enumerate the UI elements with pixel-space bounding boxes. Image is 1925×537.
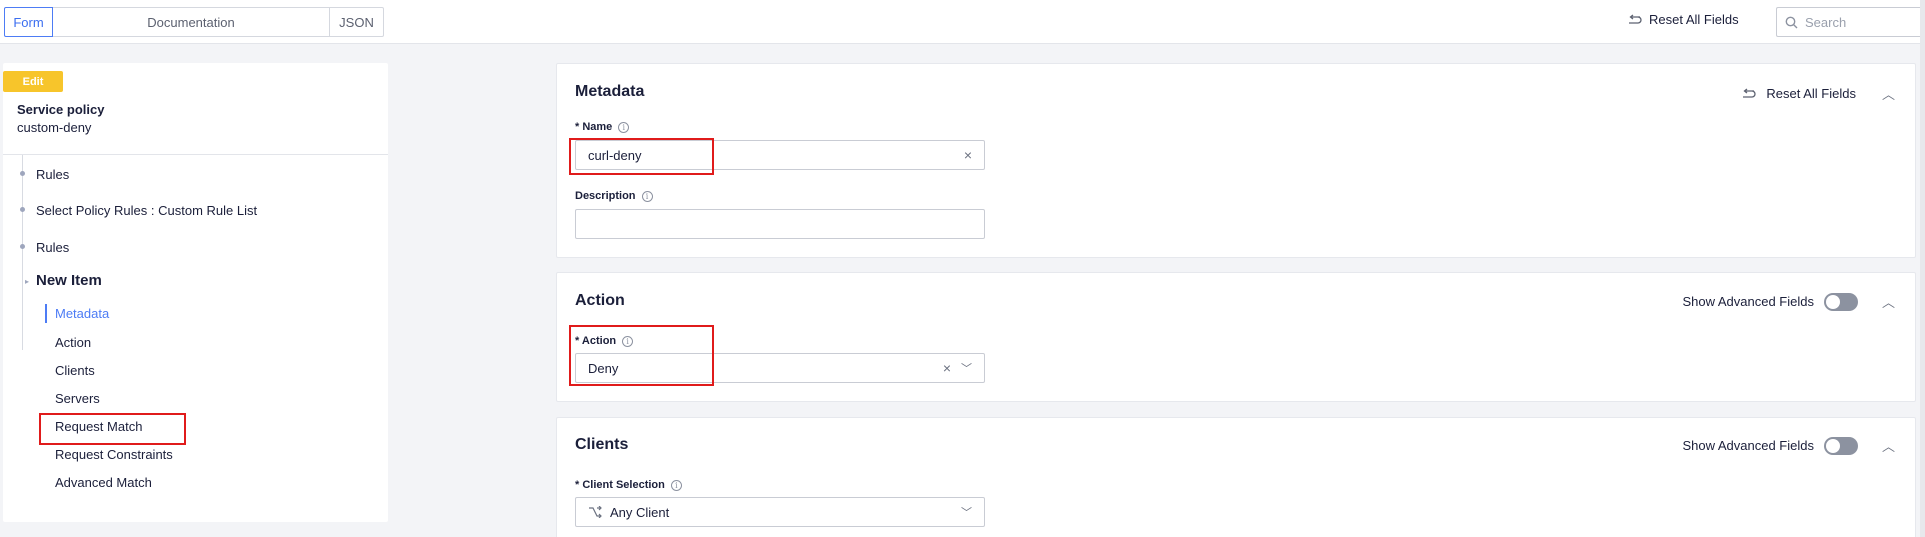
action-section: Action Show Advanced Fields ︿ * Action i… — [556, 272, 1916, 402]
nav-item-action[interactable]: Action — [55, 335, 91, 350]
search-box[interactable] — [1776, 7, 1925, 37]
caret-right-icon: ▸ — [25, 277, 30, 286]
client-selection-label: * Client Selection i — [575, 479, 682, 491]
reset-all-fields-label: Reset All Fields — [1766, 86, 1856, 101]
breadcrumb-rules-2[interactable]: Rules — [36, 240, 69, 255]
breadcrumb-new-item: New Item — [36, 272, 102, 289]
clients-section: Clients Show Advanced Fields ︿ * Client … — [556, 417, 1916, 537]
info-icon[interactable]: i — [622, 335, 634, 347]
info-icon[interactable]: i — [641, 190, 653, 202]
edit-badge: Edit — [3, 71, 63, 92]
nav-item-advanced-match[interactable]: Advanced Match — [55, 475, 152, 490]
client-selection-label-text: * Client Selection — [575, 479, 665, 491]
metadata-section-title: Metadata — [575, 83, 645, 100]
view-tabs: Form Documentation JSON — [4, 7, 384, 37]
show-advanced-fields-toggle[interactable] — [1823, 292, 1858, 311]
action-label-text: * Action — [575, 335, 617, 347]
reset-all-fields-label: Reset All Fields — [1649, 12, 1739, 27]
active-indicator — [45, 304, 47, 323]
info-icon[interactable]: i — [618, 121, 630, 133]
show-advanced-fields-label: Show Advanced Fields — [1682, 294, 1814, 309]
name-field[interactable]: curl-deny × — [575, 140, 985, 170]
client-selection-select[interactable]: Any Client ﹀ — [575, 497, 985, 527]
action-select-value: Deny — [588, 360, 619, 376]
nav-item-clients[interactable]: Clients — [55, 363, 95, 378]
nav-item-request-constraints[interactable]: Request Constraints — [55, 447, 173, 462]
clients-section-title: Clients — [575, 436, 629, 453]
left-nav-panel: Edit Service policy custom-deny Rules Se… — [3, 63, 388, 522]
breadcrumb-tree-line — [22, 155, 23, 350]
search-input[interactable] — [1805, 14, 1915, 30]
scrollbar[interactable] — [1920, 0, 1925, 537]
nav-item-metadata[interactable]: Metadata — [55, 306, 109, 321]
clear-icon[interactable]: × — [964, 147, 972, 163]
breadcrumb-rules[interactable]: Rules — [36, 167, 69, 182]
info-icon[interactable]: i — [670, 479, 682, 491]
object-type-label: Service policy — [17, 102, 105, 117]
divider — [3, 154, 388, 155]
search-icon — [1785, 16, 1798, 28]
action-label: * Action i — [575, 335, 634, 347]
top-bar: Form Documentation JSON Reset All Fields — [0, 0, 1925, 44]
reset-icon — [1629, 13, 1642, 24]
action-advanced-fields: Show Advanced Fields ︿ — [1682, 292, 1895, 311]
description-field[interactable] — [575, 209, 985, 239]
chevron-down-icon[interactable]: ﹀ — [961, 360, 972, 376]
metadata-reset-all-fields-button[interactable]: Reset All Fields ︿ — [1741, 84, 1895, 103]
show-advanced-fields-label: Show Advanced Fields — [1682, 438, 1814, 453]
chevron-up-icon[interactable]: ︿ — [1882, 436, 1895, 455]
chevron-up-icon[interactable]: ︿ — [1882, 84, 1895, 103]
tab-documentation[interactable]: Documentation — [53, 7, 330, 37]
reset-all-fields-button[interactable]: Reset All Fields — [1627, 12, 1739, 27]
name-field-value: curl-deny — [588, 147, 642, 163]
description-label-text: Description — [575, 190, 636, 202]
metadata-section: Metadata Reset All Fields ︿ * Name i cur… — [556, 63, 1916, 258]
branch-icon — [589, 506, 602, 518]
nav-item-request-match[interactable]: Request Match — [55, 419, 142, 434]
chevron-down-icon[interactable]: ﹀ — [961, 504, 972, 520]
action-select[interactable]: Deny × ﹀ — [575, 353, 985, 383]
object-name-label: custom-deny — [17, 120, 92, 135]
breadcrumb-dot-icon — [20, 244, 25, 249]
tab-form[interactable]: Form — [4, 7, 53, 37]
reset-icon — [1743, 87, 1756, 98]
action-section-title: Action — [575, 292, 625, 309]
nav-item-servers[interactable]: Servers — [55, 391, 100, 406]
name-label-text: * Name — [575, 121, 613, 133]
show-advanced-fields-toggle[interactable] — [1823, 436, 1858, 455]
client-selection-value: Any Client — [610, 504, 670, 520]
clients-advanced-fields: Show Advanced Fields ︿ — [1682, 436, 1895, 455]
chevron-up-icon[interactable]: ︿ — [1882, 292, 1895, 311]
name-label: * Name i — [575, 121, 630, 133]
description-label: Description i — [575, 190, 653, 202]
breadcrumb-dot-icon — [20, 171, 25, 176]
breadcrumb-dot-icon — [20, 207, 25, 212]
tab-json[interactable]: JSON — [330, 7, 384, 37]
clear-icon[interactable]: × — [943, 360, 951, 376]
breadcrumb-select-policy-rules[interactable]: Select Policy Rules : Custom Rule List — [36, 203, 257, 218]
